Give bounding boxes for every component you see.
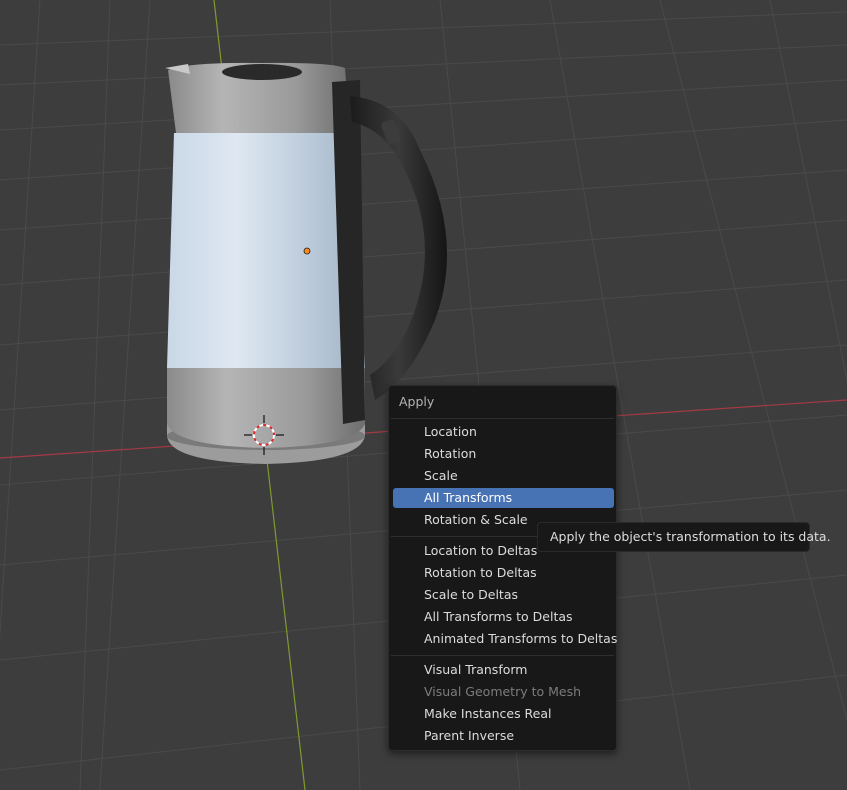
menu-item-all-transforms[interactable]: All Transforms — [393, 488, 614, 508]
menu-item-scale[interactable]: Scale — [393, 466, 614, 486]
menu-separator — [391, 655, 614, 656]
menu-item-all-transforms-to-deltas[interactable]: All Transforms to Deltas — [393, 607, 614, 627]
menu-item-parent-inverse[interactable]: Parent Inverse — [393, 726, 614, 746]
origin-dot — [303, 247, 311, 255]
menu-item-make-instances-real[interactable]: Make Instances Real — [393, 704, 614, 724]
menu-item-location[interactable]: Location — [393, 422, 614, 442]
menu-separator — [391, 418, 614, 419]
menu-item-visual-transform[interactable]: Visual Transform — [393, 660, 614, 680]
menu-item-visual-geometry-to-mesh: Visual Geometry to Mesh — [424, 684, 582, 699]
menu-item-rotation[interactable]: Rotation — [393, 444, 614, 464]
apply-menu: Apply Location Rotation Scale All Transf… — [388, 385, 617, 751]
menu-item-rotation-to-deltas[interactable]: Rotation to Deltas — [393, 563, 614, 583]
tooltip: Apply the object's transformation to its… — [537, 522, 831, 552]
menu-item-animated-transforms-to-deltas[interactable]: Animated Transforms to Deltas — [393, 629, 617, 649]
menu-title: Apply — [399, 394, 435, 409]
menu-item-scale-to-deltas[interactable]: Scale to Deltas — [393, 585, 614, 605]
